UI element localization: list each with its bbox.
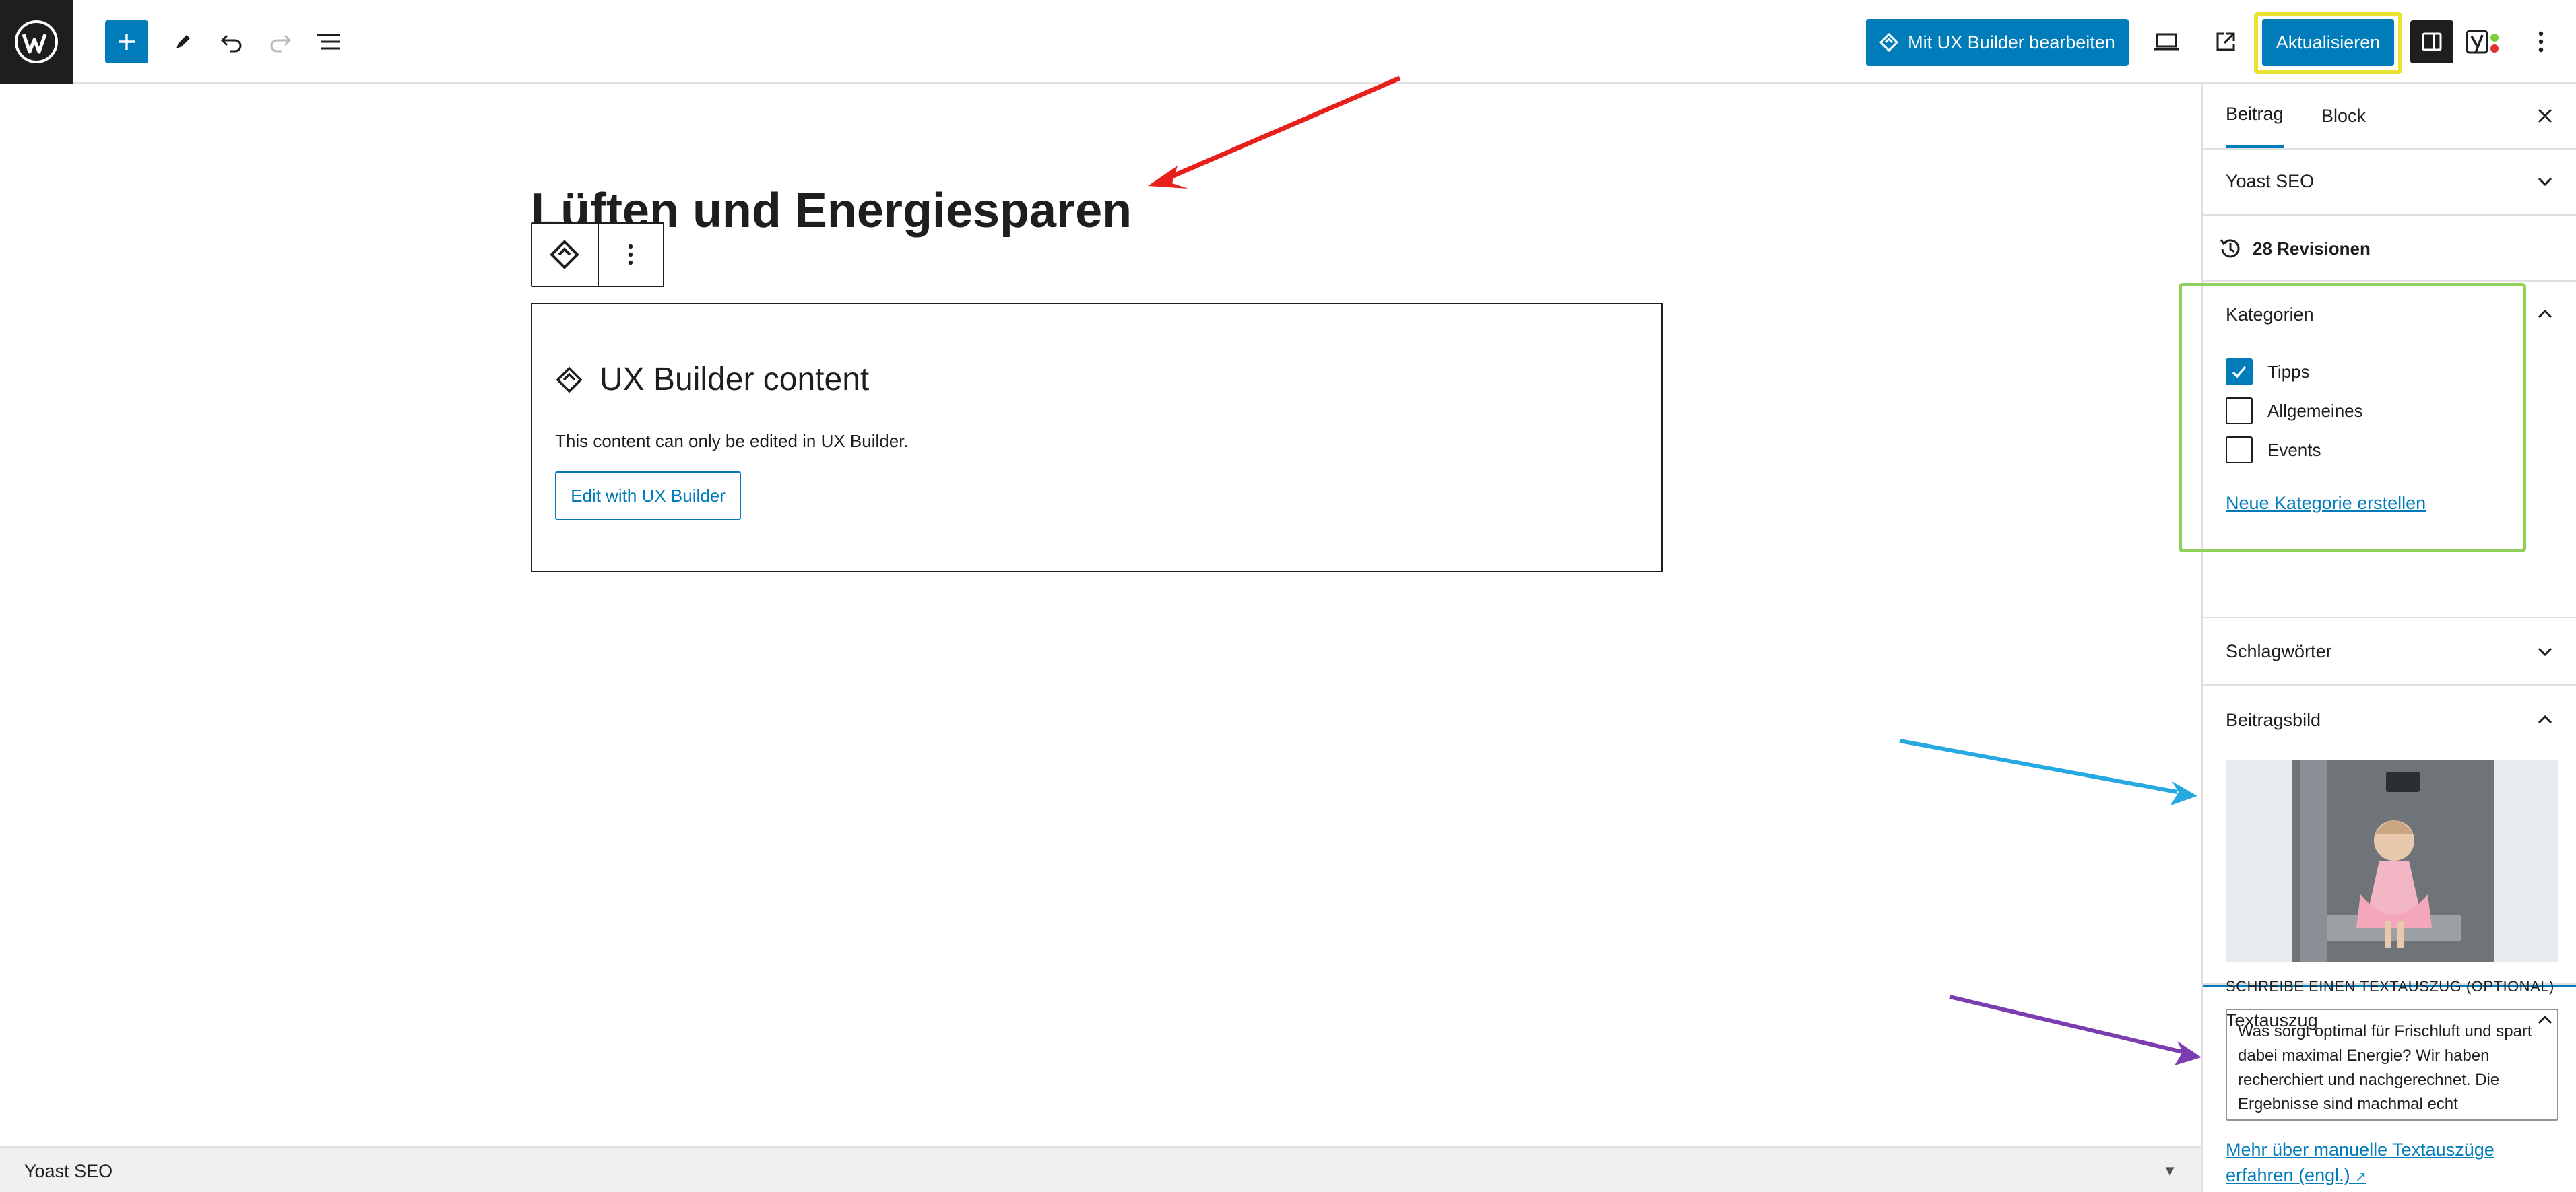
block-options-button[interactable] <box>597 224 663 286</box>
external-link-icon <box>2216 32 2235 51</box>
panel-yoast-seo-title: Yoast SEO <box>2226 171 2315 191</box>
panel-featured-image-title[interactable]: Beitragsbild <box>2226 710 2321 731</box>
ux-builder-icon <box>550 240 580 269</box>
close-icon <box>2538 108 2552 123</box>
undo-icon <box>220 34 242 53</box>
ux-builder-content-block[interactable]: UX Builder content This content can only… <box>531 303 1663 572</box>
featured-image[interactable] <box>2226 760 2558 962</box>
chevron-down-icon <box>2533 170 2557 194</box>
close-sidebar-button[interactable] <box>2532 102 2558 129</box>
ux-block-description: This content can only be edited in UX Bu… <box>555 431 909 451</box>
view-post-button[interactable] <box>2204 20 2247 63</box>
sidebar-toggle-icon <box>2422 32 2442 51</box>
external-link-icon: ↗ <box>2355 1170 2366 1185</box>
more-vertical-icon <box>2538 31 2544 53</box>
tab-beitrag[interactable]: Beitrag <box>2226 84 2284 148</box>
purple-arrow <box>1949 995 2201 1065</box>
tools-button[interactable] <box>162 20 205 63</box>
redo-button[interactable] <box>259 20 302 63</box>
ux-builder-button-label: Mit UX Builder bearbeiten <box>1908 32 2115 53</box>
red-arrow <box>1148 75 1401 189</box>
block-type-button[interactable] <box>532 224 598 286</box>
chevron-down-icon <box>2533 640 2557 664</box>
list-view-icon <box>317 34 340 50</box>
panel-yoast-seo[interactable]: Yoast SEO <box>2203 150 2576 216</box>
laptop-preview-icon <box>2154 33 2179 51</box>
revisions-count: 28 Revisionen <box>2253 238 2371 259</box>
ux-builder-icon <box>1879 33 1899 52</box>
plus-icon <box>119 34 135 50</box>
ux-block-heading: UX Builder content <box>555 361 869 398</box>
ux-builder-icon <box>556 366 583 393</box>
ux-block-heading-text: UX Builder content <box>600 362 870 397</box>
panel-tags-title: Schlagwörter <box>2226 641 2332 661</box>
wordpress-logo-icon[interactable] <box>0 0 73 84</box>
panel-tags[interactable]: Schlagwörter <box>2203 618 2576 686</box>
options-menu-button[interactable] <box>2519 20 2563 63</box>
update-button[interactable]: Aktualisieren <box>2262 19 2394 66</box>
undo-button[interactable] <box>210 20 253 63</box>
history-icon <box>2218 236 2243 265</box>
block-toolbar <box>531 222 664 287</box>
excerpt-textarea[interactable]: Was sorgt optimal für Frischluft und spa… <box>2226 1009 2558 1121</box>
yoast-icon <box>2466 30 2499 54</box>
add-block-button[interactable] <box>105 20 148 63</box>
settings-sidebar: Beitrag Block Yoast SEO 28 Revisionen Ka… <box>2201 84 2576 1192</box>
preview-button[interactable] <box>2145 20 2188 63</box>
annotation-arrows <box>1148 75 2201 1065</box>
pen-icon <box>176 35 190 48</box>
yoast-metabox-label: Yoast SEO <box>24 1161 113 1181</box>
yoast-metabox-bar[interactable]: Yoast SEO ▼ <box>0 1146 2201 1192</box>
redo-icon <box>270 34 292 53</box>
more-vertical-icon <box>629 244 633 265</box>
edit-with-ux-builder-block-button[interactable]: Edit with UX Builder <box>555 471 741 520</box>
blue-arrow <box>1899 739 2197 805</box>
tab-block[interactable]: Block <box>2321 84 2366 148</box>
revisions-row[interactable]: 28 Revisionen <box>2203 216 2576 282</box>
yoast-button[interactable] <box>2463 20 2506 63</box>
settings-toggle-button[interactable] <box>2410 20 2453 63</box>
editor-header: Mit UX Builder bearbeiten Aktualisieren <box>0 0 2576 84</box>
update-button-label: Aktualisieren <box>2276 32 2381 53</box>
chevron-up-icon[interactable] <box>2533 302 2557 326</box>
chevron-up-icon[interactable] <box>2533 707 2557 731</box>
list-view-button[interactable] <box>307 20 350 63</box>
edit-with-ux-builder-button[interactable]: Mit UX Builder bearbeiten <box>1866 19 2129 66</box>
caret-down-icon[interactable]: ▼ <box>2162 1162 2177 1180</box>
categories-highlight-frame <box>2179 283 2526 552</box>
sidebar-tabs: Beitrag Block <box>2203 84 2576 150</box>
excerpt-learn-more-link[interactable]: Mehr über manuelle Textauszüge erfahren … <box>2226 1137 2563 1190</box>
excerpt-label: Schreibe einen Textauszug (optional) <box>2226 978 2554 995</box>
